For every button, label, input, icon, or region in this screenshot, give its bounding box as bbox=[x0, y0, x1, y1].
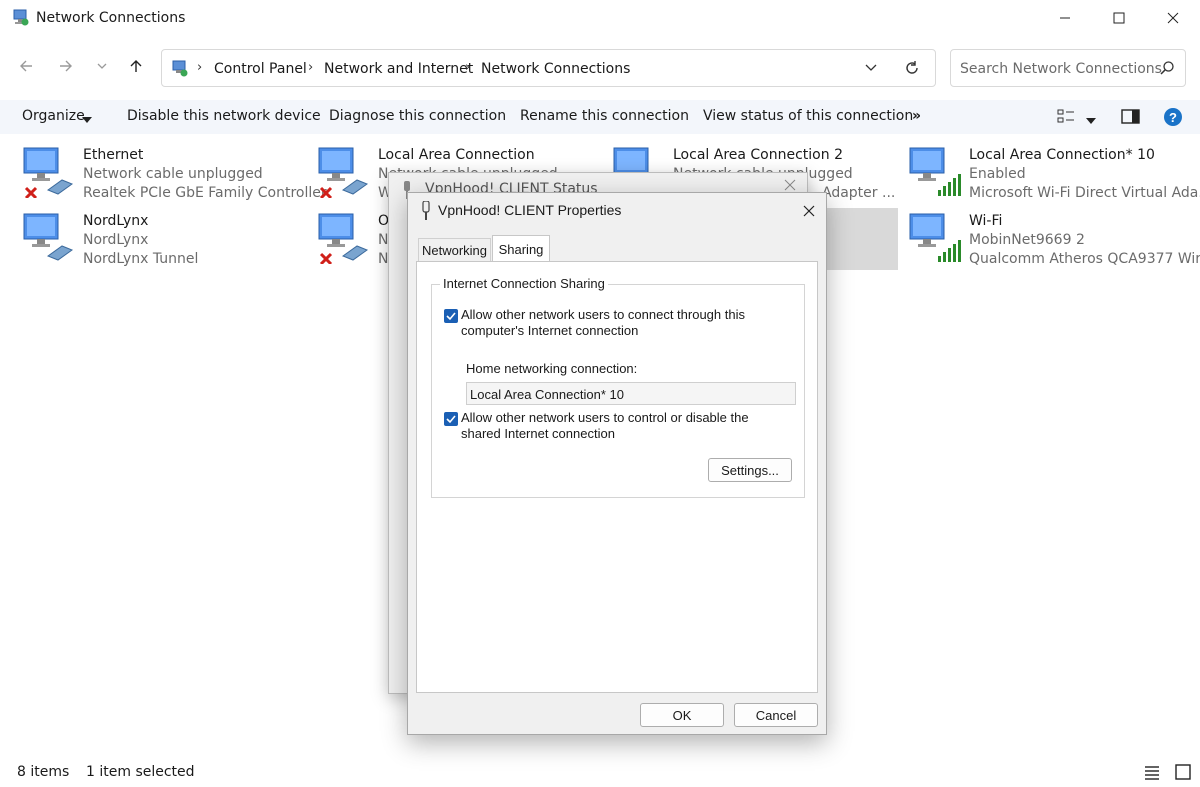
breadcrumb-separator: › bbox=[308, 60, 314, 75]
change-view-icon[interactable] bbox=[1057, 108, 1075, 130]
arrow-up-icon bbox=[128, 58, 144, 78]
rename-button[interactable]: Rename this connection bbox=[520, 108, 689, 124]
preview-pane-icon[interactable] bbox=[1121, 108, 1141, 130]
tab-sharing[interactable]: Sharing bbox=[492, 235, 550, 262]
dialog-close-button[interactable] bbox=[796, 199, 822, 225]
connection-name: Ethernet bbox=[83, 147, 144, 163]
connection-device: Adapter ... bbox=[822, 185, 896, 201]
control-panel-icon bbox=[171, 60, 189, 82]
view-status-button[interactable]: View status of this connection bbox=[703, 108, 913, 124]
connection-status: MobinNet9669 2 bbox=[969, 232, 1085, 248]
connection-name: Local Area Connection bbox=[378, 147, 535, 163]
checkmark-icon bbox=[446, 415, 456, 424]
navigation-bar: › Control Panel › Network and Internet ›… bbox=[0, 46, 1200, 90]
up-button[interactable] bbox=[122, 54, 150, 82]
selection-count: 1 item selected bbox=[86, 764, 195, 780]
tab-networking[interactable]: Networking bbox=[418, 238, 491, 262]
home-networking-label: Home networking connection: bbox=[466, 361, 638, 376]
vpn-plug-icon bbox=[420, 200, 432, 224]
breadcrumb-separator: › bbox=[465, 60, 471, 75]
chevron-down-icon[interactable] bbox=[864, 60, 878, 78]
connection-device: Realtek PCIe GbE Family Controller bbox=[83, 185, 327, 201]
forward-button[interactable] bbox=[52, 54, 80, 82]
network-adapter-disconnected-icon bbox=[317, 212, 373, 266]
ics-group: Internet Connection Sharing Allow other … bbox=[431, 276, 805, 498]
caret-down-icon[interactable] bbox=[1086, 113, 1096, 129]
connection-name: NordLynx bbox=[83, 213, 149, 229]
connection-device: Microsoft Wi-Fi Direct Virtual Ada... bbox=[969, 185, 1200, 201]
network-adapter-disconnected-icon bbox=[317, 146, 373, 200]
svg-text:?: ? bbox=[1169, 110, 1177, 125]
item-count: 8 items bbox=[17, 764, 70, 780]
connection-item-local-area-connection-10[interactable]: Local Area Connection* 10 Enabled Micros… bbox=[908, 146, 1200, 208]
caret-down-icon bbox=[82, 112, 92, 128]
connection-device: NordLynx Tunnel bbox=[83, 251, 199, 267]
connection-name: Local Area Connection* 10 bbox=[969, 147, 1155, 163]
dialog-title: VpnHood! CLIENT Properties bbox=[438, 202, 622, 218]
network-connections-app-icon bbox=[12, 9, 30, 27]
status-bar: 8 items 1 item selected bbox=[0, 760, 1200, 787]
connection-item-wifi[interactable]: Wi-Fi MobinNet9669 2 Qualcomm Atheros QC… bbox=[908, 212, 1200, 274]
close-icon bbox=[803, 204, 815, 220]
network-adapter-disconnected-icon bbox=[22, 146, 78, 200]
connection-device: N bbox=[378, 251, 389, 267]
search-placeholder: Search Network Connections bbox=[960, 61, 1162, 77]
window-title: Network Connections bbox=[36, 10, 186, 26]
close-button[interactable] bbox=[1146, 0, 1200, 36]
minimize-button[interactable] bbox=[1038, 0, 1092, 36]
command-bar: Organize Disable this network device Dia… bbox=[0, 100, 1200, 134]
connection-status: Enabled bbox=[969, 166, 1026, 182]
breadcrumb-network-and-internet[interactable]: Network and Internet bbox=[324, 61, 473, 77]
allow-connect-checkbox[interactable] bbox=[444, 309, 458, 323]
refresh-icon[interactable] bbox=[903, 59, 921, 81]
home-networking-select[interactable]: Local Area Connection* 10 bbox=[466, 382, 796, 405]
large-icons-view-icon[interactable] bbox=[1175, 764, 1191, 784]
more-commands-button[interactable]: » bbox=[912, 108, 921, 124]
allow-control-checkbox[interactable] bbox=[444, 412, 458, 426]
selected-connection-item[interactable]: d bbox=[816, 208, 898, 270]
wifi-adapter-icon bbox=[908, 146, 964, 198]
breadcrumb-network-connections[interactable]: Network Connections bbox=[481, 61, 630, 77]
breadcrumb-separator: › bbox=[197, 60, 203, 75]
connection-status: Network cable unplugged bbox=[83, 166, 263, 182]
connection-name: Wi-Fi bbox=[969, 213, 1003, 229]
connection-status: NordLynx bbox=[83, 232, 149, 248]
connection-device: Qualcomm Atheros QCA9377 Wir... bbox=[969, 251, 1200, 267]
title-bar: Network Connections bbox=[0, 0, 1200, 38]
network-adapter-icon bbox=[22, 212, 78, 264]
search-input[interactable]: Search Network Connections bbox=[950, 49, 1186, 87]
group-title: Internet Connection Sharing bbox=[440, 276, 608, 291]
connection-status: N bbox=[378, 232, 389, 248]
arrow-left-icon bbox=[18, 58, 34, 78]
wifi-adapter-icon bbox=[908, 212, 964, 264]
help-icon[interactable]: ? bbox=[1163, 107, 1183, 131]
checkmark-icon bbox=[446, 312, 456, 321]
recent-locations-button[interactable] bbox=[88, 54, 116, 82]
arrow-right-icon bbox=[58, 58, 74, 78]
connection-item-nordlynx[interactable]: NordLynx NordLynx NordLynx Tunnel bbox=[22, 212, 312, 274]
maximize-button[interactable] bbox=[1092, 0, 1146, 36]
cancel-button[interactable]: Cancel bbox=[734, 703, 818, 727]
details-view-icon[interactable] bbox=[1144, 764, 1160, 784]
back-button[interactable] bbox=[12, 54, 40, 82]
connection-name: Local Area Connection 2 bbox=[673, 147, 843, 163]
chevron-down-icon bbox=[96, 60, 108, 76]
sharing-tab-panel: Internet Connection Sharing Allow other … bbox=[416, 261, 818, 693]
organize-menu[interactable]: Organize bbox=[22, 108, 85, 124]
allow-control-label: Allow other network users to control or … bbox=[461, 410, 749, 441]
diagnose-button[interactable]: Diagnose this connection bbox=[329, 108, 506, 124]
address-bar[interactable]: › Control Panel › Network and Internet ›… bbox=[161, 49, 936, 87]
disable-device-button[interactable]: Disable this network device bbox=[127, 108, 321, 124]
breadcrumb-control-panel[interactable]: Control Panel bbox=[214, 61, 307, 77]
settings-button[interactable]: Settings... bbox=[708, 458, 792, 482]
search-icon bbox=[1159, 60, 1175, 80]
ok-button[interactable]: OK bbox=[640, 703, 724, 727]
connection-item-ethernet[interactable]: Ethernet Network cable unplugged Realtek… bbox=[22, 146, 327, 208]
allow-connect-label: Allow other network users to connect thr… bbox=[461, 307, 745, 338]
properties-dialog: VpnHood! CLIENT Properties Networking Sh… bbox=[407, 192, 827, 735]
